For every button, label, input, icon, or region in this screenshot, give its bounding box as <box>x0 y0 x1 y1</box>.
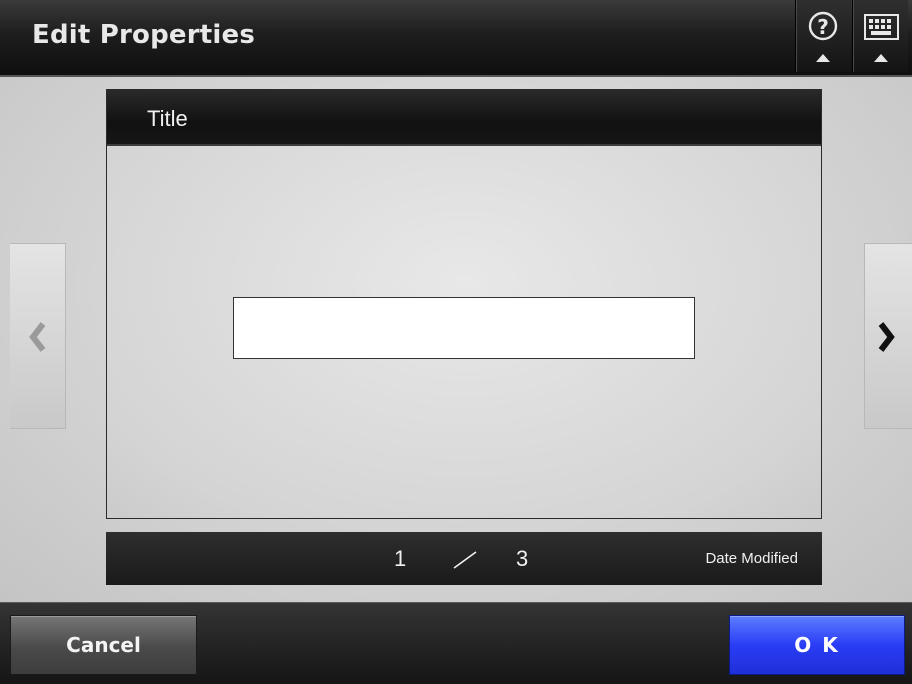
page-title: Edit Properties <box>32 20 256 50</box>
property-panel: Title <box>106 89 822 519</box>
page-separator <box>453 551 477 569</box>
keyboard-button[interactable] <box>852 0 908 72</box>
property-header: Title <box>107 90 821 146</box>
chevron-right-icon <box>878 322 895 352</box>
pager-bar: 1 3 Date Modified <box>106 532 822 585</box>
help-question-icon: ? <box>808 11 838 62</box>
title-input[interactable] <box>233 297 695 359</box>
property-field-name: Date Modified <box>705 550 798 567</box>
current-page: 1 <box>394 546 407 571</box>
ok-button[interactable]: O K <box>729 615 905 675</box>
cancel-button[interactable]: Cancel <box>10 615 197 675</box>
total-pages: 3 <box>516 546 529 571</box>
property-title: Title <box>147 106 188 131</box>
bottom-bar: Cancel O K <box>0 602 912 684</box>
svg-text:?: ? <box>817 15 829 39</box>
edit-properties-screen: Edit Properties ? Title 1 3 Date Modifie… <box>0 0 912 684</box>
header-bar: Edit Properties ? <box>0 0 912 77</box>
help-button[interactable]: ? <box>795 0 851 72</box>
previous-page-button[interactable] <box>10 243 66 429</box>
chevron-left-icon <box>29 322 46 352</box>
keyboard-icon <box>864 14 899 62</box>
next-page-button[interactable] <box>864 243 912 429</box>
